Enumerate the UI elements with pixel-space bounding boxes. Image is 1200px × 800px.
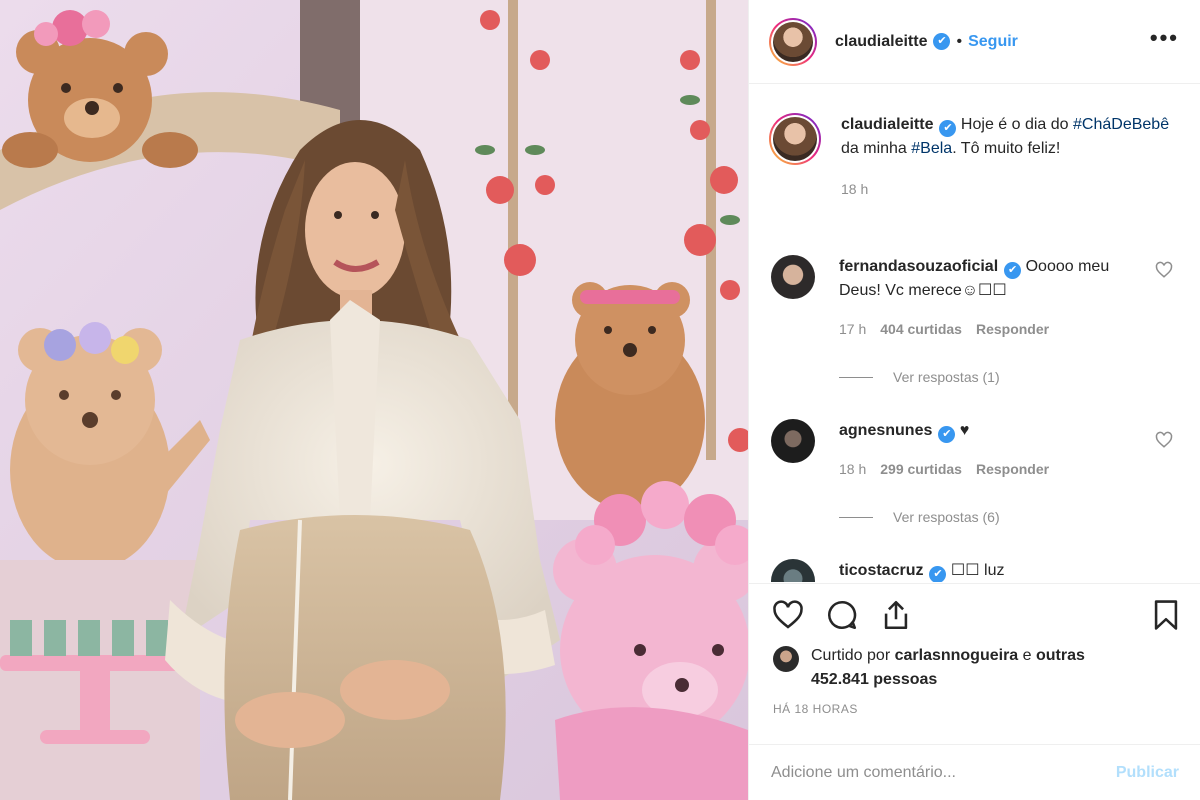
commenter-username[interactable]: ticostacruz — [839, 562, 923, 579]
save-button[interactable] — [1149, 598, 1183, 637]
post-image-illustration — [0, 0, 748, 800]
caption-avatar[interactable] — [769, 113, 821, 165]
comment-message: ♥ — [955, 422, 970, 439]
comment-like-heart-icon[interactable] — [1155, 261, 1173, 279]
comment-time[interactable]: 18 h — [839, 457, 866, 481]
caption-avatar-image — [773, 117, 817, 161]
author-username[interactable]: claudialeitte — [835, 33, 927, 51]
share-icon[interactable] — [879, 598, 913, 632]
comment-body: fernandasouzaoficial ✔ Ooooo meu Deus! Vc… — [839, 255, 1139, 341]
comment-text: agnesnunes ✔ ♥ — [839, 419, 1139, 443]
comment-body: agnesnunes ✔ ♥ 18 h 299 curtidas Responde… — [839, 419, 1139, 481]
view-replies-button[interactable]: Ver respostas (6) — [839, 509, 1000, 525]
comment-like-heart-icon[interactable] — [1155, 431, 1173, 449]
comment-input[interactable] — [771, 763, 1116, 782]
post-side-panel: claudialeitte ✔ • Seguir ••• claudialeit… — [748, 0, 1200, 800]
verified-badge-icon: ✔ — [933, 33, 951, 50]
caption-body: claudialeitte ✔ Hoje é o dia do #CháDeBeb… — [841, 113, 1171, 201]
liker-username[interactable]: carlasnnogueira — [895, 647, 1019, 664]
hashtag-link[interactable]: #Bela — [911, 140, 952, 157]
commenter-username[interactable]: agnesnunes — [839, 422, 932, 439]
add-comment-bar: Publicar — [749, 744, 1200, 800]
post-header: claudialeitte ✔ • Seguir ••• — [749, 0, 1200, 84]
post-timestamp[interactable]: HÁ 18 HORAS — [773, 702, 858, 716]
comments-list[interactable]: claudialeitte ✔ Hoje é o dia do #CháDeBeb… — [749, 85, 1200, 582]
comment-icon[interactable] — [825, 598, 859, 632]
verified-badge-icon: ✔ — [939, 120, 957, 137]
caption-text-part: . Tô muito feliz! — [952, 140, 1061, 157]
more-options-icon[interactable]: ••• — [1150, 27, 1179, 49]
follow-button[interactable]: Seguir — [968, 33, 1018, 51]
post-photo[interactable] — [0, 0, 748, 800]
commenter-avatar[interactable] — [771, 559, 815, 582]
comment-text: ticostacruz ✔ ☐☐ luz — [839, 559, 1139, 582]
like-heart-icon[interactable] — [771, 598, 805, 632]
likes-text: Curtido por carlasnnogueira e outras 452… — [811, 644, 1111, 692]
view-replies-label: Ver respostas (1) — [893, 369, 1000, 385]
action-icons — [771, 598, 913, 632]
replies-divider-line — [839, 376, 873, 378]
comment-item: agnesnunes ✔ ♥ 18 h 299 curtidas Responde… — [771, 419, 1191, 481]
caption-username[interactable]: claudialeitte — [841, 116, 933, 133]
view-replies-label: Ver respostas (6) — [893, 509, 1000, 525]
publish-button[interactable]: Publicar — [1116, 764, 1179, 782]
author-avatar[interactable] — [769, 17, 817, 66]
dessert-table — [0, 560, 200, 800]
comment-message: ☐☐ luz — [946, 562, 1005, 579]
post-actions: Curtido por carlasnnogueira e outras 452… — [749, 583, 1200, 716]
reply-button[interactable]: Responder — [976, 317, 1049, 341]
verified-badge-icon: ✔ — [938, 426, 956, 443]
reply-button[interactable]: Responder — [976, 457, 1049, 481]
view-replies-button[interactable]: Ver respostas (1) — [839, 369, 1000, 385]
header-separator: • — [956, 32, 963, 50]
comment-item: ticostacruz ✔ ☐☐ luz — [771, 559, 1191, 582]
comment-likes[interactable]: 404 curtidas — [880, 317, 962, 341]
comment-body: ticostacruz ✔ ☐☐ luz — [839, 559, 1139, 582]
comment-item: fernandasouzaoficial ✔ Ooooo meu Deus! Vc… — [771, 255, 1191, 341]
likes-prefix: Curtido por — [811, 647, 895, 664]
caption-text-part: da minha — [841, 140, 912, 157]
caption-text: claudialeitte ✔ Hoje é o dia do #CháDeBeb… — [841, 113, 1171, 161]
caption-text-part: Hoje é o dia do — [956, 116, 1074, 133]
liker-avatar[interactable] — [773, 646, 799, 672]
hashtag-link[interactable]: #CháDeBebê — [1073, 116, 1169, 133]
author-avatar-image — [773, 21, 813, 62]
verified-badge-icon: ✔ — [1004, 262, 1022, 279]
post-caption: claudialeitte ✔ Hoje é o dia do #CháDeBeb… — [769, 113, 1171, 201]
replies-divider-line — [839, 516, 873, 518]
verified-badge-icon: ✔ — [929, 566, 947, 582]
caption-time[interactable]: 18 h — [841, 177, 1171, 201]
comment-meta: 17 h 404 curtidas Responder — [839, 317, 1139, 341]
commenter-avatar[interactable] — [771, 255, 815, 299]
likes-middle: e — [1018, 647, 1036, 664]
bookmark-icon — [1154, 600, 1178, 630]
likes-summary: Curtido por carlasnnogueira e outras 452… — [773, 644, 1111, 692]
commenter-avatar[interactable] — [771, 419, 815, 463]
comment-time[interactable]: 17 h — [839, 317, 866, 341]
commenter-username[interactable]: fernandasouzaoficial — [839, 258, 998, 275]
comment-likes[interactable]: 299 curtidas — [880, 457, 962, 481]
comment-text: fernandasouzaoficial ✔ Ooooo meu Deus! Vc… — [839, 255, 1139, 303]
comment-meta: 18 h 299 curtidas Responder — [839, 457, 1139, 481]
